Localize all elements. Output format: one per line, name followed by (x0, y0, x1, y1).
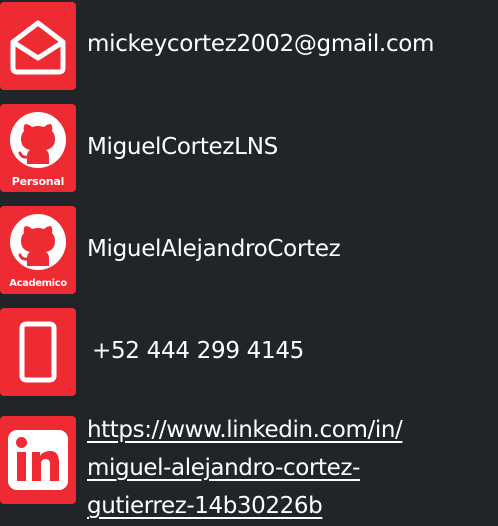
phone-icon-tile[interactable] (0, 308, 76, 396)
github-personal-icon-tile[interactable]: Personal (0, 104, 76, 192)
linkedin-icon-tile[interactable] (0, 416, 76, 504)
linkedin-url-line-3: gutierrez-14b30226b (87, 493, 323, 519)
github-personal-caption: Personal (11, 175, 65, 188)
contact-list: mickeycortez2002@gmail.com Personal Migu… (0, 0, 498, 526)
phone-number[interactable]: +52 444 299 4145 (92, 333, 304, 369)
email-icon (10, 20, 66, 75)
email-address[interactable]: mickeycortez2002@gmail.com (87, 26, 434, 62)
email-icon-tile[interactable] (0, 2, 76, 90)
github-academic-icon-tile[interactable]: Academico (0, 206, 76, 294)
linkedin-url-line-2: miguel-alejandro-cortez- (87, 455, 360, 481)
mobile-phone-icon (19, 321, 57, 383)
linkedin-url-line-1: https://www.linkedin.com/in/ (87, 417, 403, 443)
github-academic-username[interactable]: MiguelAlejandroCortez (87, 231, 341, 267)
linkedin-icon (8, 430, 68, 490)
linkedin-url-link[interactable]: https://www.linkedin.com/in/ miguel-alej… (87, 411, 487, 525)
github-academic-caption: Academico (9, 278, 67, 289)
github-personal-username[interactable]: MiguelCortezLNS (87, 129, 278, 165)
